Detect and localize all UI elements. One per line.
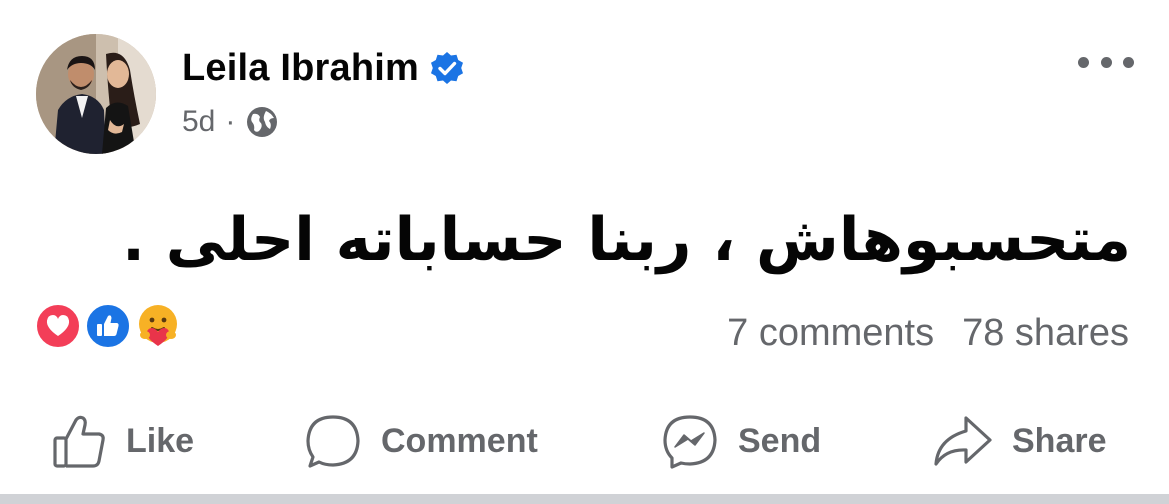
more-options-icon[interactable] bbox=[1078, 50, 1134, 74]
like-button[interactable]: Like bbox=[50, 405, 194, 477]
more-dot bbox=[1100, 56, 1112, 68]
meta-separator: · bbox=[225, 105, 236, 138]
globe-icon[interactable] bbox=[245, 105, 279, 139]
post-body-text: متحسبوهاش ، ربنا حساباته احلى . bbox=[122, 205, 1131, 275]
like-label: Like bbox=[126, 421, 195, 460]
send-button[interactable]: Send bbox=[660, 405, 821, 477]
comments-count[interactable]: 7 comments bbox=[727, 312, 934, 358]
post-actions: Like Comment Send Share bbox=[0, 405, 1169, 477]
more-dot bbox=[1123, 56, 1134, 68]
reaction-icons[interactable] bbox=[34, 302, 184, 352]
comment-button[interactable]: Comment bbox=[303, 405, 538, 477]
heart-icon bbox=[34, 302, 82, 350]
post-author: Leila Ibrahim bbox=[182, 42, 465, 94]
thumbs-up-icon bbox=[84, 302, 132, 350]
more-dot bbox=[1078, 56, 1089, 68]
post-timestamp[interactable]: 5d bbox=[182, 105, 215, 139]
verified-badge-icon bbox=[429, 50, 465, 86]
comment-bubble-icon bbox=[306, 415, 360, 468]
care-emoji-icon bbox=[134, 302, 182, 350]
comment-label: Comment bbox=[381, 421, 538, 460]
shares-count[interactable]: 78 shares bbox=[962, 312, 1129, 358]
messenger-icon bbox=[663, 415, 717, 469]
thumbs-up-icon bbox=[53, 415, 105, 468]
post-divider bbox=[0, 494, 1169, 504]
share-label: Share bbox=[1012, 421, 1107, 460]
feed-post: Leila Ibrahim 5d · متحسبوهاش ، ربنا حساب… bbox=[0, 0, 1169, 504]
send-label: Send bbox=[738, 421, 822, 460]
profile-photo bbox=[36, 34, 156, 154]
share-button[interactable]: Share bbox=[932, 405, 1107, 477]
author-name[interactable]: Leila Ibrahim bbox=[182, 47, 419, 90]
post-meta: 5d · bbox=[182, 100, 279, 144]
post-stats: 7 comments 78 shares bbox=[727, 312, 1129, 358]
share-arrow-icon bbox=[934, 416, 992, 466]
avatar[interactable] bbox=[36, 34, 156, 154]
